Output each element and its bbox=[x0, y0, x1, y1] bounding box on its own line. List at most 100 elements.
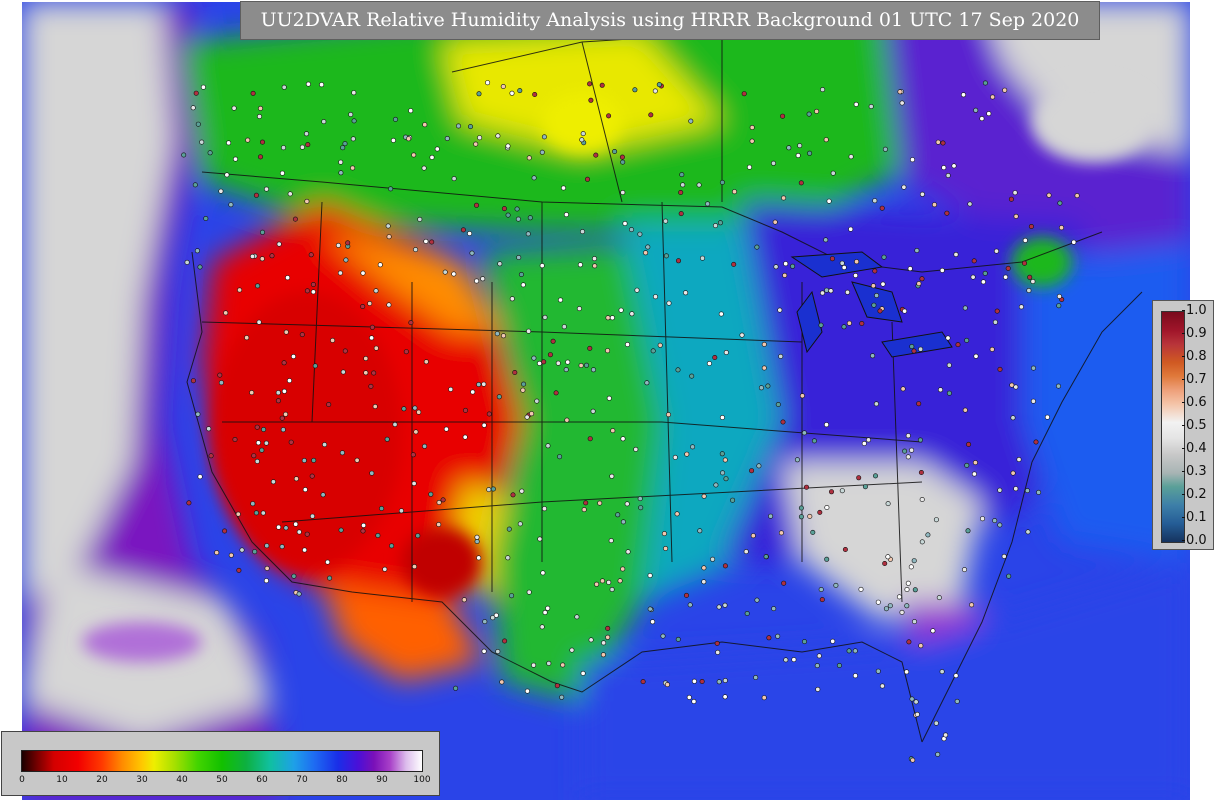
station-dot bbox=[925, 532, 931, 538]
station-dot bbox=[461, 597, 467, 603]
station-dot bbox=[288, 439, 294, 445]
station-dot bbox=[782, 272, 788, 278]
station-dot bbox=[560, 662, 566, 668]
station-dot bbox=[560, 185, 566, 191]
station-dot bbox=[939, 267, 945, 273]
station-dot bbox=[506, 526, 512, 532]
station-dot bbox=[743, 549, 749, 555]
station-dot bbox=[382, 566, 388, 572]
station-dot bbox=[580, 131, 586, 137]
station-dot bbox=[534, 398, 540, 404]
station-dot bbox=[440, 497, 446, 503]
station-dot bbox=[786, 145, 792, 151]
station-dot bbox=[325, 559, 331, 565]
station-dot bbox=[436, 521, 442, 527]
station-dot bbox=[691, 698, 697, 704]
station-dot bbox=[877, 308, 883, 314]
station-dot bbox=[810, 529, 816, 535]
station-dot bbox=[777, 307, 783, 313]
station-dot bbox=[739, 332, 745, 338]
station-dot bbox=[460, 227, 466, 233]
station-dot bbox=[587, 436, 593, 442]
station-dot bbox=[870, 353, 876, 359]
station-dot bbox=[761, 695, 767, 701]
station-dot bbox=[605, 625, 611, 631]
station-dot bbox=[819, 290, 825, 296]
station-dot bbox=[206, 426, 212, 432]
station-colorbar-ramp bbox=[1161, 311, 1185, 543]
station-dot bbox=[795, 153, 801, 159]
station-dot bbox=[610, 428, 616, 434]
station-dot bbox=[675, 636, 681, 642]
station-dot bbox=[192, 182, 198, 188]
station-dot bbox=[650, 348, 656, 354]
station-dot bbox=[815, 686, 821, 692]
station-dot bbox=[351, 118, 357, 124]
station-dot bbox=[413, 247, 419, 253]
station-dot bbox=[993, 248, 999, 254]
station-dot bbox=[701, 493, 707, 499]
station-dot bbox=[218, 380, 224, 386]
station-dot bbox=[811, 438, 817, 444]
station-dot bbox=[283, 525, 289, 531]
station-dot bbox=[193, 90, 199, 96]
station-dot bbox=[199, 139, 205, 145]
station-dot bbox=[606, 579, 612, 585]
station-dot bbox=[584, 176, 590, 182]
station-dot bbox=[696, 182, 702, 188]
station-dot bbox=[239, 547, 245, 553]
station-dot bbox=[794, 457, 800, 463]
station-dot bbox=[905, 454, 911, 460]
station-dot bbox=[714, 640, 720, 646]
station-dot bbox=[421, 165, 427, 171]
station-dot bbox=[505, 555, 511, 561]
station-dot bbox=[979, 116, 985, 122]
station-dot bbox=[780, 113, 786, 119]
station-dot bbox=[304, 288, 310, 294]
station-dot bbox=[723, 476, 729, 482]
station-dot bbox=[715, 649, 721, 655]
station-dot bbox=[385, 223, 391, 229]
station-dot bbox=[310, 281, 316, 287]
station-dot bbox=[496, 394, 502, 400]
station-dot bbox=[275, 398, 281, 404]
station-dot bbox=[222, 528, 228, 534]
station-dot bbox=[899, 100, 905, 106]
station-dot bbox=[235, 511, 241, 517]
station-dot bbox=[980, 279, 986, 285]
station-dot bbox=[304, 198, 310, 204]
station-dot bbox=[875, 668, 881, 674]
station-dot bbox=[678, 190, 684, 196]
station-dot bbox=[790, 263, 796, 269]
station-dot bbox=[361, 522, 367, 528]
station-dot bbox=[270, 479, 276, 485]
station-dot bbox=[253, 192, 259, 198]
station-dot bbox=[720, 470, 726, 476]
station-dot bbox=[749, 468, 755, 474]
station-dot bbox=[865, 437, 871, 443]
station-dot bbox=[846, 648, 852, 654]
station-dot bbox=[761, 341, 767, 347]
station-dot bbox=[485, 80, 491, 86]
station-dot bbox=[322, 442, 328, 448]
station-dot bbox=[807, 513, 813, 519]
station-dot bbox=[411, 152, 417, 158]
station-dot bbox=[955, 342, 961, 348]
station-dot bbox=[652, 88, 658, 94]
station-dot bbox=[423, 359, 429, 365]
station-dot bbox=[455, 123, 461, 129]
station-dot bbox=[798, 514, 804, 520]
station-dot bbox=[600, 652, 606, 658]
station-dot bbox=[896, 594, 902, 600]
station-dot bbox=[937, 387, 943, 393]
station-dot bbox=[722, 457, 728, 463]
station-dot bbox=[1026, 287, 1032, 293]
station-dot bbox=[369, 335, 375, 341]
station-dot bbox=[588, 637, 594, 643]
station-dot bbox=[218, 188, 224, 194]
station-dot bbox=[499, 679, 505, 685]
station-dot bbox=[310, 289, 316, 295]
station-dot bbox=[477, 135, 483, 141]
station-dot bbox=[516, 255, 522, 261]
station-dot bbox=[634, 287, 640, 293]
